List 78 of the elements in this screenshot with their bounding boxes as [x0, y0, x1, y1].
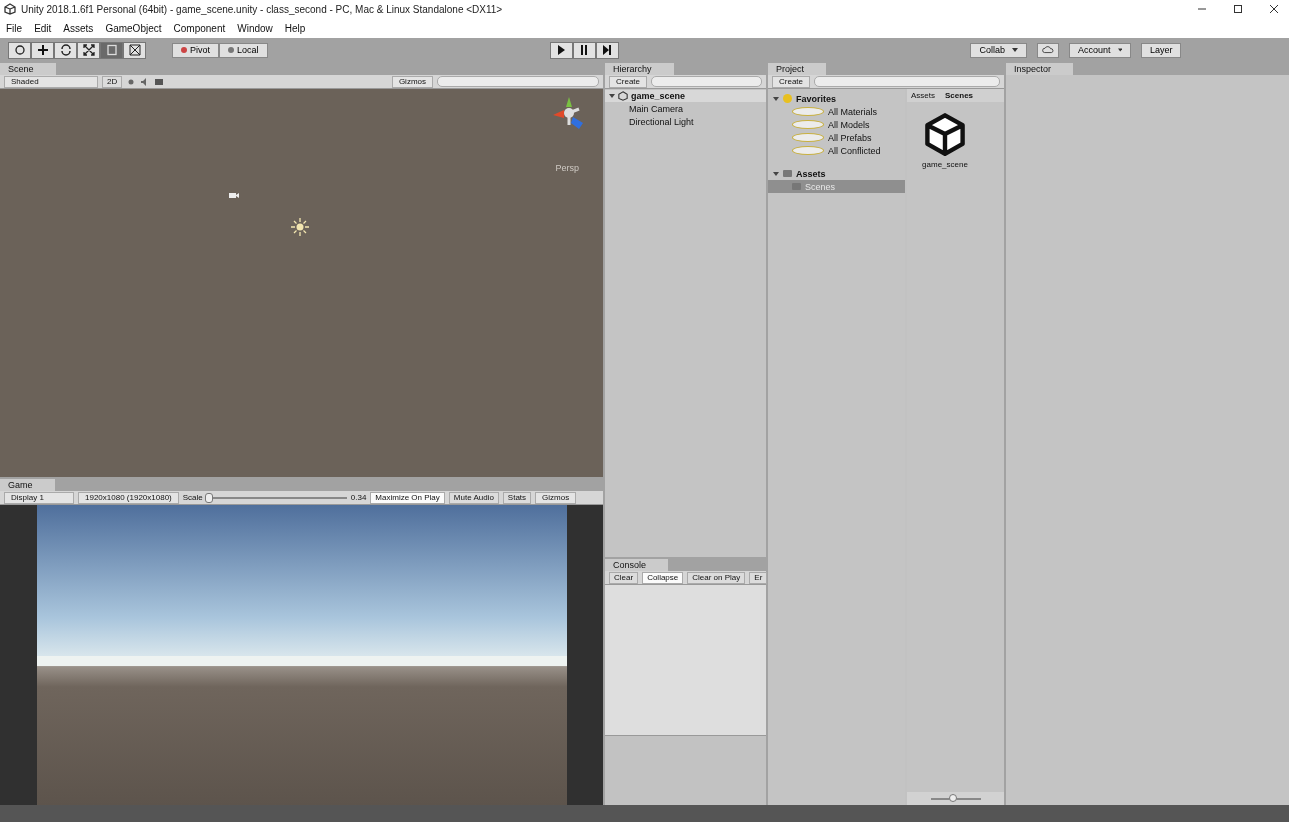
tool-icon[interactable] [36, 44, 49, 56]
game-view-toggle[interactable]: Mute Audio [448, 491, 499, 504]
tool-button[interactable] [77, 41, 100, 59]
scene-tab[interactable]: Scene [0, 63, 56, 75]
expand-arrow-icon[interactable] [609, 94, 615, 98]
create-dropdown[interactable]: Create [772, 75, 810, 88]
project-tab[interactable]: Project [768, 63, 826, 75]
caret-icon[interactable] [1117, 48, 1122, 52]
gizmos-dropdown[interactable]: Gizmos [535, 491, 577, 504]
inspector-tab[interactable]: Inspector [1006, 63, 1074, 75]
image-icon[interactable] [154, 76, 165, 87]
tool-icon[interactable] [82, 44, 95, 56]
tree-item[interactable]: All Models [768, 118, 905, 131]
breadcrumb-item[interactable]: Assets [911, 91, 935, 100]
pivot-button[interactable]: Pivot [172, 42, 219, 58]
game-view-toggle[interactable]: Stats [502, 491, 532, 504]
cloud-icon[interactable] [1042, 44, 1054, 56]
tool-icon[interactable] [59, 44, 72, 56]
scale-label: Scale [182, 493, 203, 502]
create-dropdown[interactable]: Create [609, 75, 647, 88]
menu-item[interactable]: GameObject [105, 22, 162, 34]
tool-icon[interactable] [128, 44, 141, 56]
tree-item[interactable]: All Conflicted [768, 144, 905, 157]
console-tab[interactable]: Console [605, 559, 669, 571]
scale-value: 0.34 [350, 493, 367, 502]
slider-thumb[interactable] [949, 793, 957, 802]
play-control-button[interactable] [549, 41, 573, 59]
projection-label[interactable]: Persp [555, 163, 579, 173]
hierarchy-tab[interactable]: Hierarchy [605, 63, 674, 75]
search-field[interactable] [814, 76, 1000, 87]
menu-item[interactable]: Help [284, 22, 306, 34]
tree-item[interactable]: All Prefabs [768, 131, 905, 144]
search-field[interactable] [437, 76, 599, 87]
console-button[interactable]: Er [749, 571, 768, 584]
menu-item[interactable]: Edit [34, 22, 52, 34]
layers-dropdown[interactable]: Layer [1141, 42, 1181, 58]
tree-item[interactable]: Favorites [768, 92, 905, 105]
tool-button[interactable] [54, 41, 77, 59]
close-icon[interactable] [1269, 4, 1279, 14]
2d-toggle[interactable]: 2D [102, 75, 123, 88]
menu-item[interactable]: Assets [63, 22, 94, 34]
account-dropdown[interactable]: Account [1069, 42, 1131, 58]
game-tab[interactable]: Game [0, 479, 55, 491]
cloud-button[interactable] [1037, 42, 1059, 58]
display-dropdown[interactable]: Display 1 [4, 491, 74, 504]
window-title: Unity 2018.1.6f1 Personal (64bit) - game_scene.unity - class_second - PC, Mac & Linux Standalone <DX11> [21, 3, 503, 15]
menu-item[interactable]: Component [173, 22, 226, 34]
caret-icon[interactable] [1012, 48, 1018, 52]
play-control-button[interactable] [595, 41, 619, 59]
menu-item[interactable]: Window [237, 22, 273, 34]
hierarchy-item[interactable]: Main Camera [605, 102, 766, 115]
slider-thumb[interactable] [204, 492, 213, 503]
tool-icon[interactable] [13, 44, 26, 56]
tool-button[interactable] [8, 41, 31, 59]
search-field[interactable] [651, 76, 762, 87]
scale-slider[interactable] [206, 492, 347, 503]
camera-icon[interactable] [228, 191, 240, 199]
tool-button[interactable] [123, 41, 146, 59]
menu-item[interactable]: File [6, 22, 23, 34]
shading-dropdown[interactable]: Shaded [4, 75, 98, 88]
tree-item[interactable]: All Materials [768, 105, 905, 118]
console-button[interactable]: Clear [609, 571, 639, 584]
tree-item[interactable]: Assets [768, 167, 905, 180]
collab-dropdown[interactable]: Collab [970, 42, 1027, 58]
local-button[interactable]: Local [219, 42, 268, 58]
resolution-dropdown[interactable]: 1920x1080 (1920x1080) [78, 491, 179, 504]
play-control-button[interactable] [572, 41, 596, 59]
playback-icon[interactable] [601, 44, 614, 56]
tool-button[interactable] [31, 41, 54, 59]
game-view-toggle[interactable]: Maximize On Play [370, 491, 445, 504]
asset-name[interactable]: game_scene [922, 160, 968, 169]
console-button[interactable]: Clear on Play [687, 571, 746, 584]
console-button[interactable]: Collapse [642, 571, 684, 584]
sun-icon[interactable] [290, 217, 310, 237]
gizmos-dropdown[interactable]: Gizmos [391, 75, 433, 88]
breadcrumb-item[interactable]: Scenes [945, 91, 974, 100]
maximize-icon[interactable] [1233, 4, 1243, 14]
hierarchy-item[interactable]: Directional Light [605, 115, 766, 128]
